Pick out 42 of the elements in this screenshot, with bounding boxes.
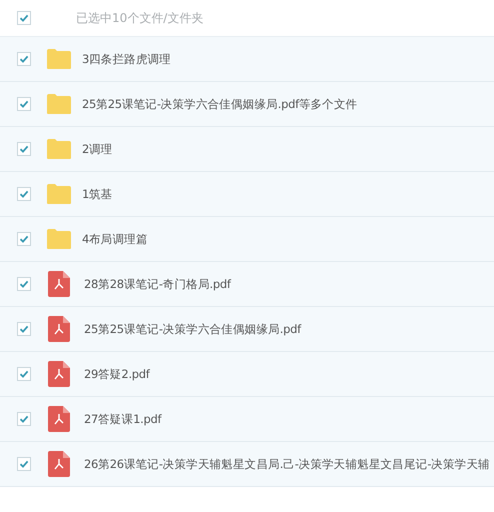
- folder-icon: [46, 228, 72, 250]
- file-checkbox[interactable]: [17, 322, 31, 336]
- folder-icon: [46, 48, 72, 70]
- selection-count: 已选中10个文件/文件夹: [76, 10, 204, 26]
- file-checkbox[interactable]: [17, 232, 31, 246]
- file-name: 25第25课笔记-决策学六合佳偶姻缘局.pdf等多个文件: [82, 96, 358, 112]
- file-row[interactable]: 1筑基: [0, 172, 494, 217]
- file-name: 3四条拦路虎调理: [82, 52, 171, 66]
- file-row[interactable]: 4布局调理篇: [0, 217, 494, 262]
- pdf-file-icon: [48, 361, 70, 387]
- file-name: 25第25课笔记-决策学六合佳偶姻缘局.pdf: [84, 322, 301, 336]
- pdf-file-icon: [48, 451, 70, 477]
- file-checkbox[interactable]: [17, 142, 31, 156]
- file-checkbox[interactable]: [17, 52, 31, 66]
- file-checkbox[interactable]: [17, 97, 31, 111]
- file-checkbox[interactable]: [17, 277, 31, 291]
- file-name: 27答疑课1.pdf: [84, 412, 162, 426]
- select-all-checkbox[interactable]: [17, 11, 31, 25]
- file-row[interactable]: 3四条拦路虎调理: [0, 37, 494, 82]
- file-name: 4布局调理篇: [82, 232, 148, 246]
- file-name: 26第26课笔记-决策学天辅魁星文昌局.己-决策学天辅魁星文昌尾记-决策学天辅: [84, 456, 490, 472]
- file-row[interactable]: 27答疑课1.pdf: [0, 397, 494, 442]
- file-name: 1筑基: [82, 186, 112, 202]
- file-checkbox[interactable]: [17, 457, 31, 471]
- file-row[interactable]: 28第28课笔记-奇门格局.pdf: [0, 262, 494, 307]
- folder-icon: [46, 93, 72, 115]
- file-checkbox[interactable]: [17, 187, 31, 201]
- file-checkbox[interactable]: [17, 367, 31, 381]
- file-checkbox[interactable]: [17, 412, 31, 426]
- file-row[interactable]: 2调理: [0, 127, 494, 172]
- file-row[interactable]: 26第26课笔记-决策学天辅魁星文昌局.己-决策学天辅魁星文昌尾记-决策学天辅: [0, 442, 494, 487]
- pdf-file-icon: [48, 271, 70, 297]
- folder-icon: [46, 138, 72, 160]
- file-row[interactable]: 25第25课笔记-决策学六合佳偶姻缘局.pdf: [0, 307, 494, 352]
- pdf-file-icon: [48, 316, 70, 342]
- folder-icon: [46, 183, 72, 205]
- file-name: 2调理: [82, 142, 112, 156]
- pdf-file-icon: [48, 406, 70, 432]
- file-row[interactable]: 29答疑2.pdf: [0, 352, 494, 397]
- file-name: 29答疑2.pdf: [84, 366, 150, 382]
- file-row[interactable]: 25第25课笔记-决策学六合佳偶姻缘局.pdf等多个文件: [0, 82, 494, 127]
- file-name: 28第28课笔记-奇门格局.pdf: [84, 276, 231, 292]
